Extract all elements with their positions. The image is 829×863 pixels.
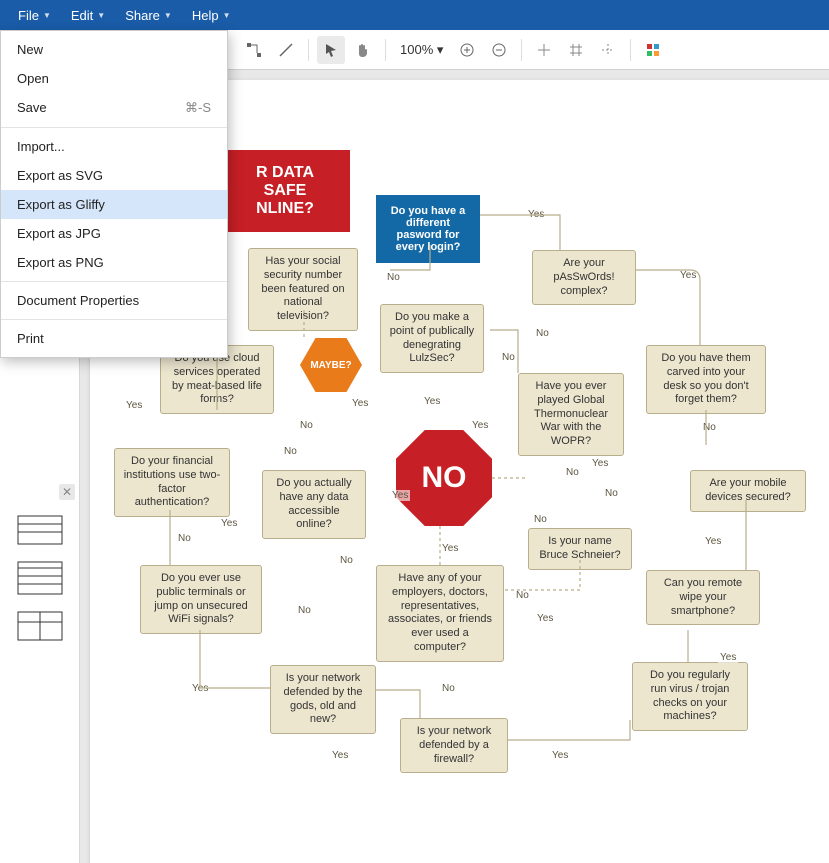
menu-export-gliffy-label: Export as Gliffy	[17, 197, 105, 212]
caret-icon: ▼	[164, 11, 172, 20]
menu-export-gliffy[interactable]: Export as Gliffy	[1, 190, 227, 219]
menu-share-label: Share	[125, 8, 160, 23]
shape-table2[interactable]	[16, 560, 64, 596]
menu-export-svg-label: Export as SVG	[17, 168, 103, 183]
zoom-out-button[interactable]	[485, 36, 513, 64]
menu-open[interactable]: Open	[1, 64, 227, 93]
menu-share[interactable]: Share ▼	[115, 2, 182, 29]
menu-import[interactable]: Import...	[1, 132, 227, 161]
grid-button[interactable]	[562, 36, 590, 64]
snap-button[interactable]	[530, 36, 558, 64]
caret-icon: ▼	[43, 11, 51, 20]
menu-export-png-label: Export as PNG	[17, 255, 104, 270]
grid-icon	[568, 42, 584, 58]
panel-close-icon[interactable]: ✕	[59, 484, 75, 500]
menu-import-label: Import...	[17, 139, 65, 154]
line-icon	[278, 42, 294, 58]
shape-table3[interactable]	[16, 610, 64, 642]
menu-export-jpg-label: Export as JPG	[17, 226, 101, 241]
separator	[521, 39, 522, 61]
plus-circle-icon	[459, 42, 475, 58]
palette-icon	[645, 42, 661, 58]
menu-file[interactable]: File ▼	[8, 2, 61, 29]
menu-file-label: File	[18, 8, 39, 23]
separator	[385, 39, 386, 61]
menu-help[interactable]: Help ▼	[182, 2, 241, 29]
zoom-in-button[interactable]	[453, 36, 481, 64]
menu-edit-label: Edit	[71, 8, 93, 23]
menu-export-jpg[interactable]: Export as JPG	[1, 219, 227, 248]
hand-icon	[355, 42, 371, 58]
separator	[1, 281, 227, 282]
shape-table1[interactable]	[16, 514, 64, 546]
menu-print-label: Print	[17, 331, 44, 346]
menu-export-svg[interactable]: Export as SVG	[1, 161, 227, 190]
pan-tool-button[interactable]	[349, 36, 377, 64]
menu-new-label: New	[17, 42, 43, 57]
menu-doc-properties-label: Document Properties	[17, 293, 139, 308]
separator	[630, 39, 631, 61]
menu-save[interactable]: Save ⌘-S	[1, 93, 227, 123]
menu-doc-properties[interactable]: Document Properties	[1, 286, 227, 315]
pointer-tool-button[interactable]	[317, 36, 345, 64]
file-dropdown: New Open Save ⌘-S Import... Export as SV…	[0, 30, 228, 358]
connector-icon	[246, 42, 262, 58]
caret-icon: ▼	[223, 11, 231, 20]
separator	[1, 127, 227, 128]
menu-save-label: Save	[17, 100, 47, 116]
caret-icon: ▼	[97, 11, 105, 20]
pointer-icon	[323, 42, 339, 58]
separator	[1, 319, 227, 320]
menu-open-label: Open	[17, 71, 49, 86]
menu-save-shortcut: ⌘-S	[185, 100, 211, 116]
menu-help-label: Help	[192, 8, 219, 23]
menu-print[interactable]: Print	[1, 324, 227, 353]
menu-new[interactable]: New	[1, 35, 227, 64]
guides-icon	[600, 42, 616, 58]
minus-circle-icon	[491, 42, 507, 58]
guides-button[interactable]	[594, 36, 622, 64]
menubar: File ▼ Edit ▼ Share ▼ Help ▼	[0, 0, 829, 30]
zoom-level[interactable]: 100% ▾	[394, 42, 449, 58]
menu-export-png[interactable]: Export as PNG	[1, 248, 227, 277]
separator	[308, 39, 309, 61]
menu-edit[interactable]: Edit ▼	[61, 2, 115, 29]
line-tool-button[interactable]	[272, 36, 300, 64]
plus-icon	[536, 42, 552, 58]
color-button[interactable]	[639, 36, 667, 64]
connector-tool-button[interactable]	[240, 36, 268, 64]
